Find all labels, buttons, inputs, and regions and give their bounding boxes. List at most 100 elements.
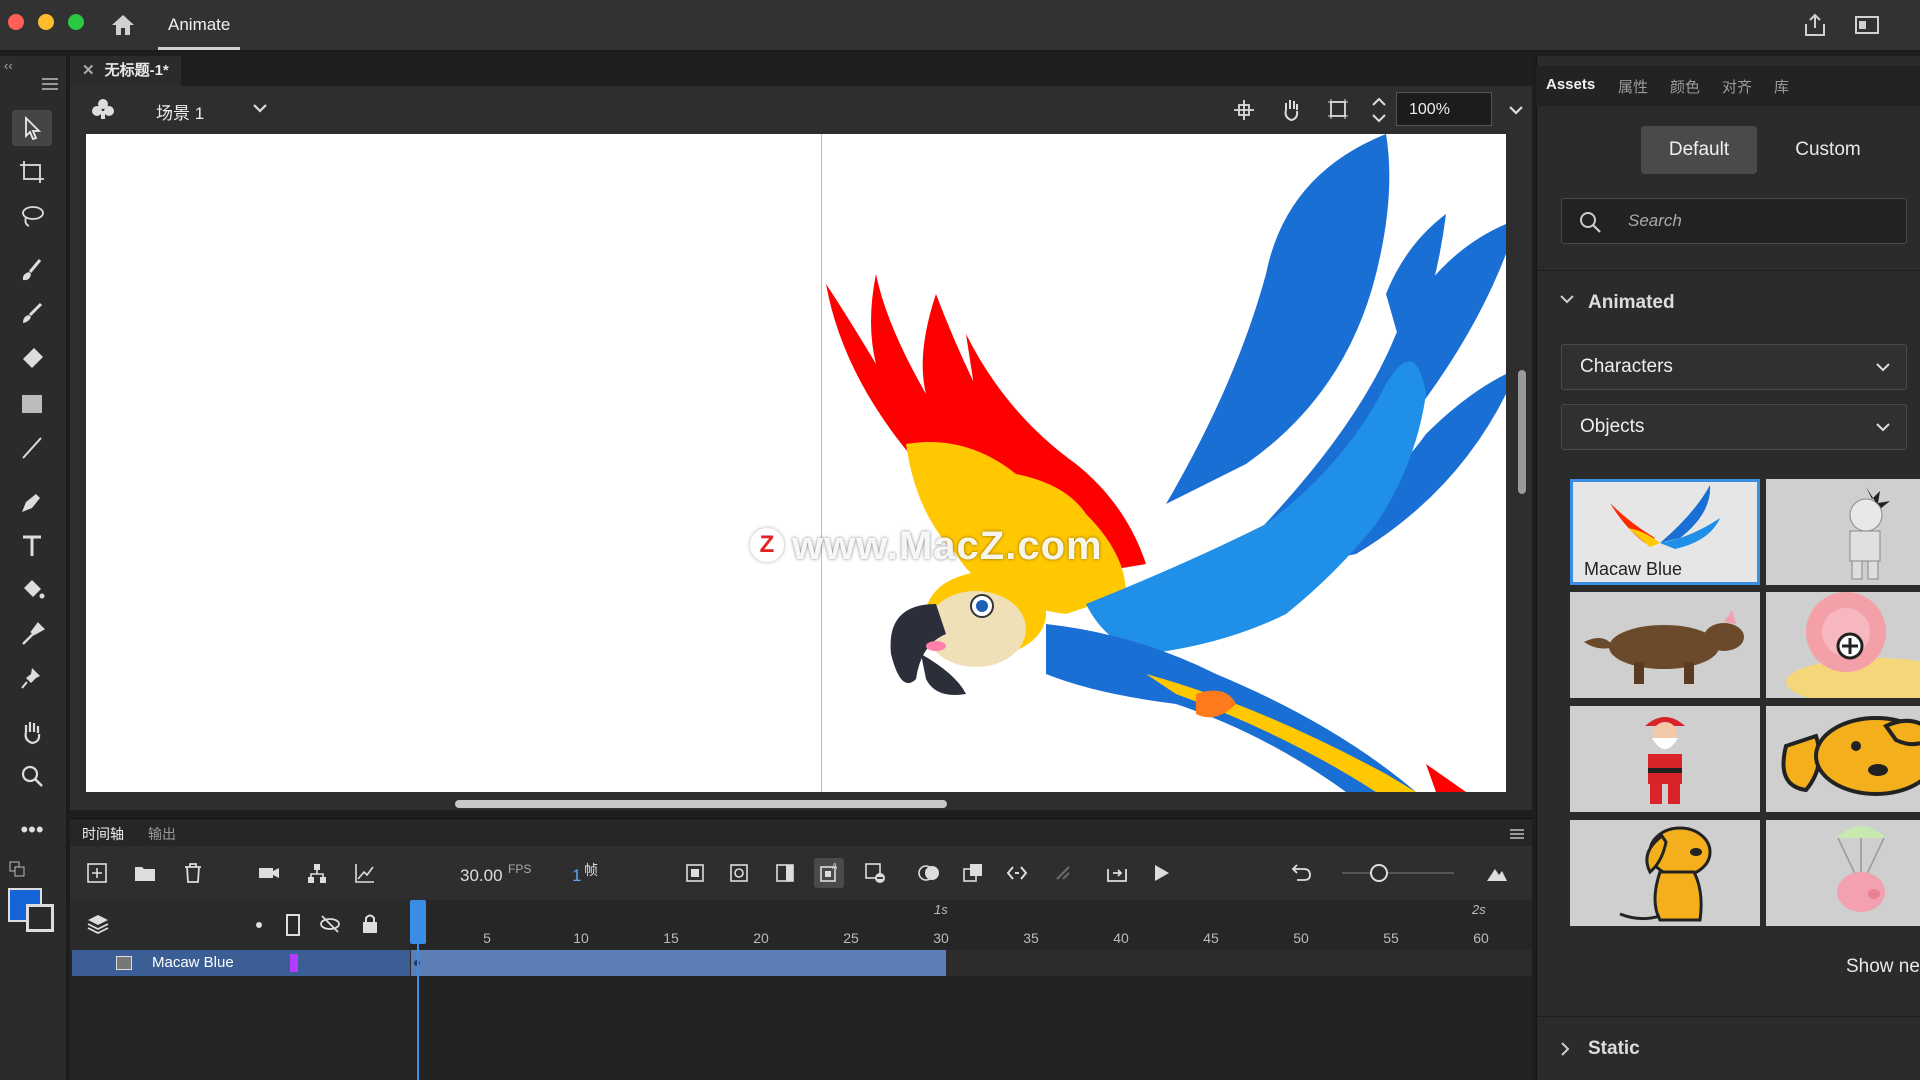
tab-library[interactable]: 库 xyxy=(1774,76,1789,97)
pen-tool-icon[interactable] xyxy=(12,484,52,520)
line-tool-icon[interactable] xyxy=(12,430,52,466)
asset-thumbnail-pig-parachute[interactable] xyxy=(1766,820,1920,926)
home-icon[interactable] xyxy=(110,13,136,42)
assets-search-input[interactable]: Search xyxy=(1561,198,1907,244)
chevron-down-icon[interactable] xyxy=(1558,290,1576,313)
share-icon[interactable] xyxy=(1802,12,1828,43)
selection-tool-icon[interactable] xyxy=(12,110,52,146)
default-colors-icon[interactable] xyxy=(8,860,28,885)
minimize-window-button[interactable] xyxy=(38,14,54,30)
fluid-brush-tool-icon[interactable] xyxy=(12,252,52,288)
hide-all-icon[interactable] xyxy=(318,912,342,941)
free-transform-tool-icon[interactable] xyxy=(12,154,52,190)
layer-parenting-icon[interactable] xyxy=(302,858,332,888)
stage-canvas[interactable]: Z www.MacZ.com xyxy=(86,134,1506,792)
collapse-panel-icon[interactable]: ‹‹ xyxy=(4,58,13,73)
zoom-tool-icon[interactable] xyxy=(12,758,52,794)
objects-dropdown[interactable]: Objects xyxy=(1561,404,1907,450)
insert-frame-icon[interactable] xyxy=(770,858,800,888)
text-tool-icon[interactable] xyxy=(12,528,52,564)
chevron-right-icon[interactable] xyxy=(1556,1040,1574,1063)
rotate-stage-icon[interactable] xyxy=(1278,96,1304,127)
outline-all-icon[interactable] xyxy=(286,914,300,936)
asset-thumbnail-snail[interactable] xyxy=(1766,592,1920,698)
layers-icon[interactable] xyxy=(86,912,110,941)
auto-keyframe-icon[interactable]: A xyxy=(814,858,844,888)
macaw-illustration[interactable] xyxy=(86,134,1506,792)
layer-name[interactable]: Macaw Blue xyxy=(152,954,234,971)
remove-frame-icon[interactable] xyxy=(860,858,890,888)
close-window-button[interactable] xyxy=(8,14,24,30)
empty-frames-area[interactable] xyxy=(410,976,1532,1080)
snap-to-objects-icon[interactable] xyxy=(1232,98,1256,127)
tab-properties[interactable]: 属性 xyxy=(1618,76,1648,97)
layer-row-macaw-blue[interactable]: Macaw Blue xyxy=(72,950,410,976)
frame-zoom-slider-handle[interactable] xyxy=(1370,864,1388,882)
graph-icon[interactable] xyxy=(350,858,380,888)
tab-output[interactable]: 输出 xyxy=(148,824,176,844)
clip-content-icon[interactable] xyxy=(1326,97,1350,126)
maximize-window-button[interactable] xyxy=(68,14,84,30)
tab-timeline[interactable]: 时间轴 xyxy=(82,824,124,844)
timeline-menu-icon[interactable] xyxy=(1510,829,1524,831)
asset-thumbnail-santa[interactable] xyxy=(1570,706,1760,812)
paint-brush-tool-icon[interactable] xyxy=(12,296,52,332)
show-new-link[interactable]: Show ne xyxy=(1846,956,1920,978)
rectangle-tool-icon[interactable] xyxy=(12,386,52,422)
stage-horizontal-scrollbar[interactable] xyxy=(455,800,947,808)
loop-playback-icon[interactable] xyxy=(1102,858,1132,888)
zoom-mountains-icon[interactable] xyxy=(1482,858,1512,888)
close-tab-icon[interactable]: ✕ xyxy=(82,62,95,79)
more-tools-icon[interactable]: ••• xyxy=(12,812,52,848)
app-tab[interactable]: Animate xyxy=(158,0,241,50)
new-folder-icon[interactable] xyxy=(130,858,160,888)
characters-dropdown[interactable]: Characters xyxy=(1561,344,1907,390)
zoom-input[interactable]: 100% xyxy=(1396,92,1492,126)
lock-all-icon[interactable] xyxy=(360,912,380,941)
workspace-layout-icon[interactable] xyxy=(1854,14,1880,41)
document-tab[interactable]: ✕ 无标题-1* xyxy=(70,56,181,86)
edit-multiple-frames-icon[interactable] xyxy=(958,858,988,888)
paint-bucket-tool-icon[interactable] xyxy=(12,572,52,608)
asset-thumbnail-dog[interactable] xyxy=(1766,706,1920,812)
layer-color-tag[interactable] xyxy=(290,954,298,972)
zoom-dropdown-chevron-icon[interactable] xyxy=(1506,100,1526,125)
show-hide-all-icon[interactable] xyxy=(256,922,262,928)
split-icon[interactable] xyxy=(1048,858,1078,888)
onion-skin-icon[interactable] xyxy=(914,858,944,888)
play-icon[interactable] xyxy=(1146,858,1176,888)
section-static[interactable]: Static xyxy=(1588,1038,1640,1060)
delete-layer-icon[interactable] xyxy=(178,858,208,888)
insert-blank-keyframe-icon[interactable] xyxy=(724,858,754,888)
insert-keyframe-icon[interactable] xyxy=(680,858,710,888)
asset-thumbnail-wolf[interactable] xyxy=(1570,592,1760,698)
undo-icon[interactable] xyxy=(1286,858,1316,888)
eraser-tool-icon[interactable] xyxy=(12,340,52,376)
tab-color[interactable]: 颜色 xyxy=(1670,76,1700,97)
panel-menu-icon[interactable] xyxy=(42,78,58,80)
playhead[interactable] xyxy=(410,900,426,944)
asset-thumbnail-macaw-blue[interactable]: Macaw Blue xyxy=(1570,479,1760,585)
section-animated[interactable]: Animated xyxy=(1588,292,1675,314)
pin-tool-icon[interactable] xyxy=(12,660,52,696)
tab-align[interactable]: 对齐 xyxy=(1722,76,1752,97)
new-layer-icon[interactable] xyxy=(82,858,112,888)
tab-assets[interactable]: Assets xyxy=(1546,76,1595,93)
eyedropper-tool-icon[interactable] xyxy=(12,616,52,652)
asset-thumbnail-mummy[interactable] xyxy=(1766,479,1920,585)
default-assets-button[interactable]: Default xyxy=(1641,126,1757,174)
easing-icon[interactable] xyxy=(1002,858,1032,888)
stroke-color-swatch[interactable] xyxy=(26,904,54,932)
zoom-stepper-icon[interactable] xyxy=(1370,94,1388,131)
frame-zoom-slider[interactable] xyxy=(1342,872,1454,874)
hand-tool-icon[interactable] xyxy=(12,714,52,750)
lasso-tool-icon[interactable] xyxy=(12,198,52,234)
layer-frame-span[interactable] xyxy=(411,950,946,976)
asset-thumbnail-dog-sitting[interactable] xyxy=(1570,820,1760,926)
current-frame[interactable]: 1 xyxy=(572,866,581,886)
camera-icon[interactable] xyxy=(254,858,284,888)
stage-vertical-scrollbar[interactable] xyxy=(1518,370,1526,494)
scene-dropdown-chevron-icon[interactable] xyxy=(250,98,270,123)
custom-assets-button[interactable]: Custom xyxy=(1770,126,1886,174)
fps-value[interactable]: 30.00 xyxy=(460,866,503,886)
